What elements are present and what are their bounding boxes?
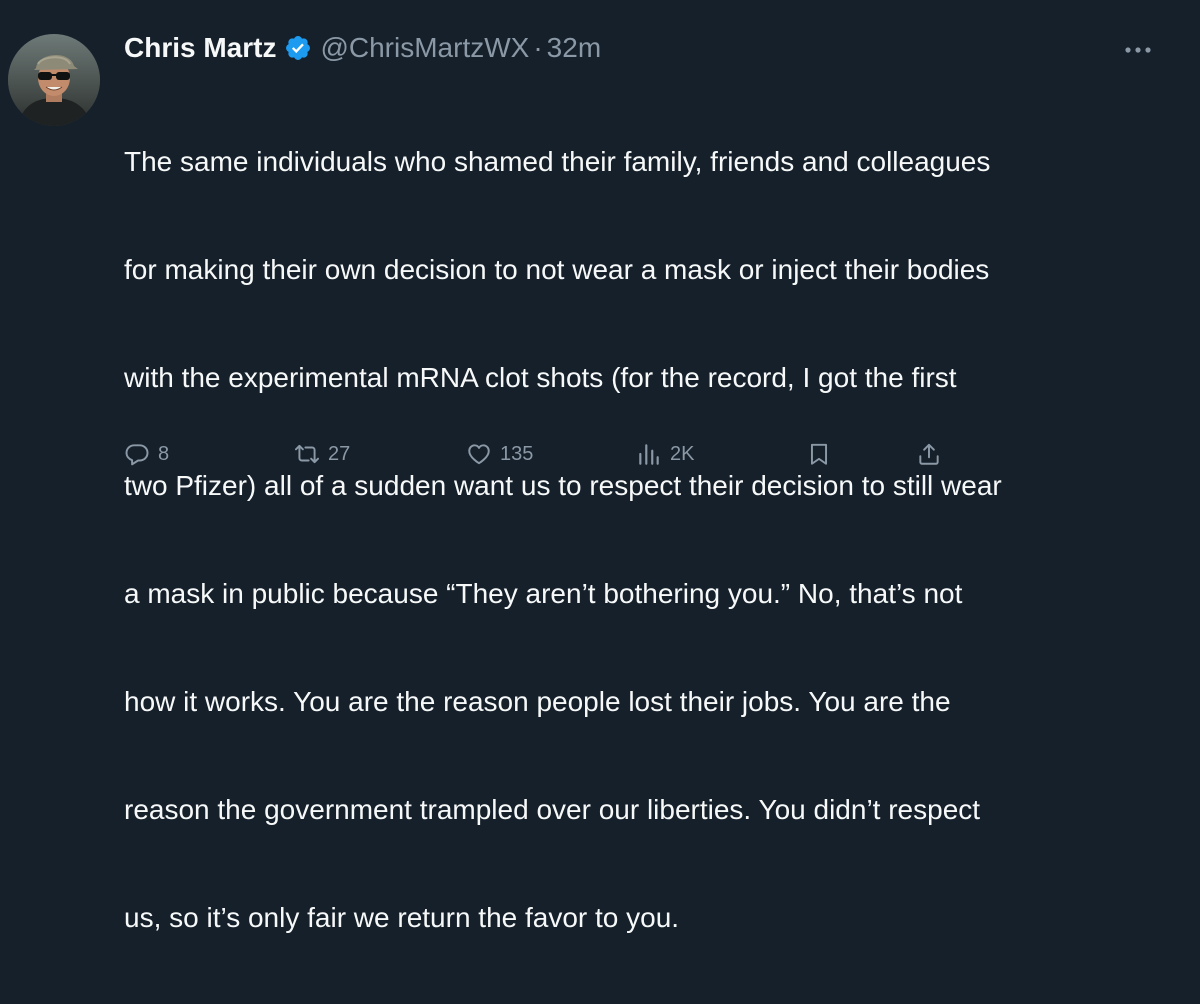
tweet-text-line: a mask in public because “They aren’t bo… (124, 578, 963, 609)
tweet-header: Chris Martz @ChrisMartzWX · 32m (124, 30, 601, 66)
reply-count: 8 (158, 442, 170, 465)
view-count: 2K (670, 442, 695, 465)
tweet-timestamp[interactable]: 32m (547, 32, 601, 64)
tweet-text-line: reason the government trampled over our … (124, 794, 981, 825)
views-bar-chart-icon (636, 441, 662, 467)
share-button[interactable] (916, 436, 942, 472)
tweet-text-line: two Pfizer) all of a sudden want us to r… (124, 470, 1002, 501)
like-button[interactable]: 135 (466, 436, 533, 472)
tweet-text-line: how it works. You are the reason people … (124, 686, 951, 717)
avatar-photo (8, 34, 100, 126)
tweet-text-line: with the experimental mRNA clot shots (f… (124, 362, 957, 393)
heart-icon (466, 441, 492, 467)
tweet-text-line: The same individuals who shamed their fa… (124, 146, 991, 177)
author-name[interactable]: Chris Martz (124, 32, 276, 64)
author-handle[interactable]: @ChrisMartzWX (320, 32, 529, 64)
retweet-icon (294, 441, 320, 467)
retweet-button[interactable]: 27 (294, 436, 350, 472)
avatar[interactable] (8, 34, 100, 126)
verified-badge-icon (284, 34, 312, 62)
like-count: 135 (500, 442, 534, 465)
more-dots-icon[interactable] (1118, 36, 1158, 64)
tweet-text-line: us, so it’s only fair we return the favo… (124, 902, 680, 933)
tweet-text: The same individuals who shamed their fa… (124, 72, 1164, 1004)
views-button[interactable]: 2K (636, 436, 694, 472)
bookmark-icon (806, 441, 832, 467)
bookmark-button[interactable] (806, 436, 832, 472)
share-icon (916, 441, 942, 467)
retweet-count: 27 (328, 442, 351, 465)
header-separator: · (533, 32, 543, 63)
tweet-actions: 8 27 135 2K (124, 436, 954, 472)
tweet-text-line: for making their own decision to not wea… (124, 254, 990, 285)
reply-bubble-icon (124, 441, 150, 467)
reply-button[interactable]: 8 (124, 436, 169, 472)
tweet-card: Chris Martz @ChrisMartzWX · 32m The same… (0, 0, 1200, 933)
